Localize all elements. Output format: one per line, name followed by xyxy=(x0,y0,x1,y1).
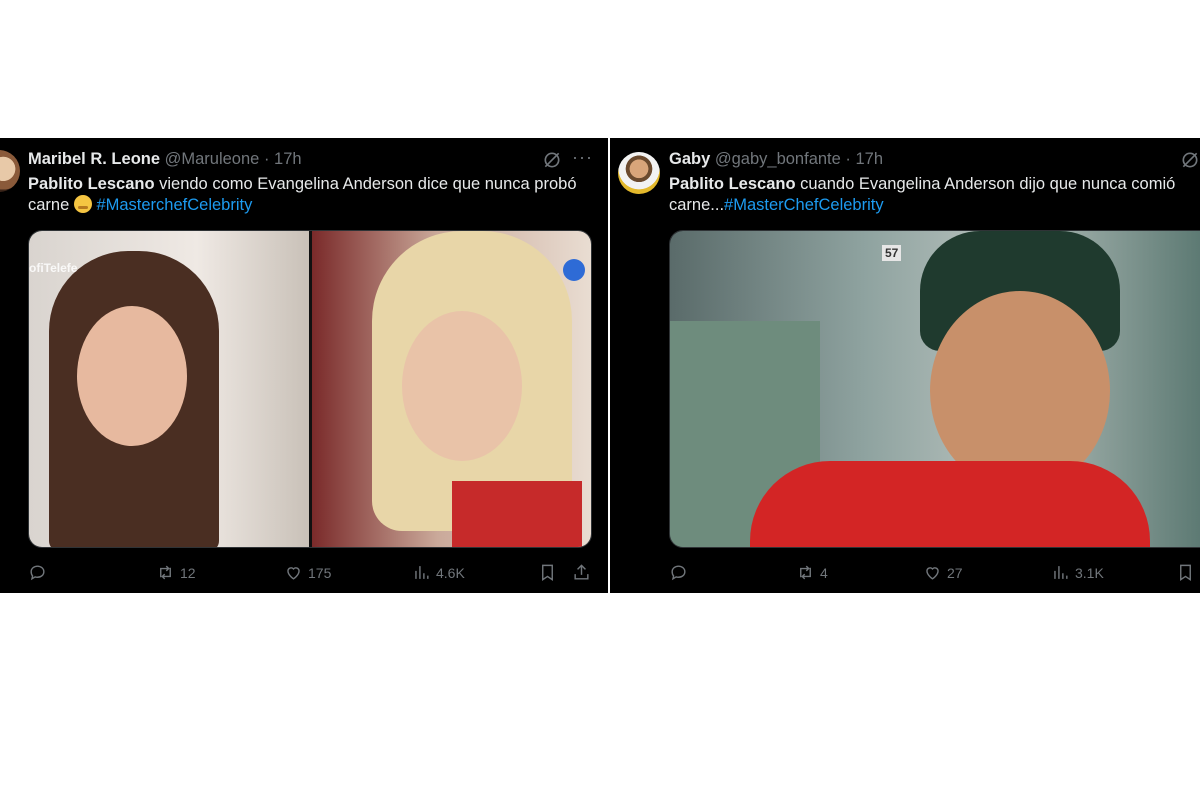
hashtag-link[interactable]: #MasterChefCelebrity xyxy=(724,196,884,214)
tweet-actions: 12 175 4.6K xyxy=(0,563,608,585)
bookmark-button[interactable] xyxy=(538,563,557,582)
bookmark-icon xyxy=(542,564,553,581)
tweet-card[interactable]: Maribel R. Leone @Maruleone · 17h ··· Pa… xyxy=(0,138,608,593)
like-count: 27 xyxy=(947,564,963,581)
grok-icon[interactable] xyxy=(1180,150,1200,170)
price-tag-label: 57 xyxy=(882,245,902,261)
retweet-count: 4 xyxy=(820,564,828,581)
image-left-panel: ofiTelefe xyxy=(29,231,309,547)
tweet-text: Pablito Lescano viendo como Evangelina A… xyxy=(28,174,598,216)
tweet-text-line1: cuando Evangelina Anderson dijo que nunc… xyxy=(795,175,1176,193)
more-icon[interactable]: ··· xyxy=(572,147,593,168)
bookmark-button[interactable] xyxy=(1176,563,1195,582)
tweet-header: Maribel R. Leone @Maruleone · 17h xyxy=(28,150,302,169)
image-right-panel xyxy=(312,231,591,547)
tweet-text-line2: carne... xyxy=(669,196,725,214)
author-handle[interactable]: @gaby_bonfante xyxy=(715,150,841,168)
views-icon xyxy=(1054,566,1068,579)
tweet-bold-name: Pablito Lescano xyxy=(669,175,796,193)
tweet-text-line2: carne xyxy=(28,196,74,214)
views-count: 3.1K xyxy=(1075,564,1104,581)
author-handle[interactable]: @Maruleone xyxy=(165,150,260,168)
tweet-actions: 4 27 3.1K xyxy=(610,563,1200,585)
views-button[interactable]: 3.1K xyxy=(1051,563,1104,582)
image-ball xyxy=(563,259,585,281)
retweet-count: 12 xyxy=(180,564,196,581)
retweet-icon xyxy=(800,565,811,580)
retweet-button[interactable]: 12 xyxy=(156,563,196,582)
author-name[interactable]: Maribel R. Leone xyxy=(28,150,160,168)
share-icon xyxy=(574,564,589,580)
reply-button[interactable] xyxy=(28,563,47,582)
reply-icon xyxy=(30,565,45,581)
views-icon xyxy=(415,566,429,579)
tweet-text: Pablito Lescano cuando Evangelina Anders… xyxy=(669,174,1200,216)
tweet-text-line1: viendo como Evangelina Anderson dice que… xyxy=(154,175,577,193)
views-button[interactable]: 4.6K xyxy=(412,563,465,582)
avatar[interactable] xyxy=(0,150,20,192)
tweet-time[interactable]: · 17h xyxy=(264,150,302,168)
image-face xyxy=(77,306,187,446)
tweet-header: Gaby @gaby_bonfante · 17h xyxy=(669,150,883,169)
bookmark-icon xyxy=(1180,564,1191,581)
grok-icon[interactable] xyxy=(542,150,562,170)
tweet-time[interactable]: · 17h xyxy=(845,150,883,168)
author-name[interactable]: Gaby xyxy=(669,150,710,168)
hashtag-link[interactable]: #MasterchefCelebrity xyxy=(96,196,252,214)
channel-watermark: ofiTelefe xyxy=(29,261,78,275)
avatar[interactable] xyxy=(618,152,660,194)
face-with-hand-over-mouth-emoji xyxy=(73,195,92,213)
image-panel: 57 xyxy=(670,231,1200,547)
reply-icon xyxy=(671,565,686,581)
like-button[interactable]: 175 xyxy=(284,563,331,582)
like-count: 175 xyxy=(308,564,332,581)
like-icon xyxy=(287,567,300,580)
retweet-icon xyxy=(160,565,171,580)
tweet-bold-name: Pablito Lescano xyxy=(28,175,155,193)
image-shirt xyxy=(750,461,1150,547)
retweet-button[interactable]: 4 xyxy=(796,563,828,582)
image-face xyxy=(402,311,522,461)
views-count: 4.6K xyxy=(436,564,465,581)
like-button[interactable]: 27 xyxy=(923,563,963,582)
tweet-image[interactable]: ofiTelefe xyxy=(28,230,592,548)
reply-button[interactable] xyxy=(669,563,688,582)
like-icon xyxy=(926,567,939,580)
image-apron xyxy=(452,481,582,547)
share-button[interactable] xyxy=(572,563,591,582)
tweet-image[interactable]: 57 xyxy=(669,230,1200,548)
tweet-card[interactable]: Gaby @gaby_bonfante · 17h Pablito Lescan… xyxy=(610,138,1200,593)
